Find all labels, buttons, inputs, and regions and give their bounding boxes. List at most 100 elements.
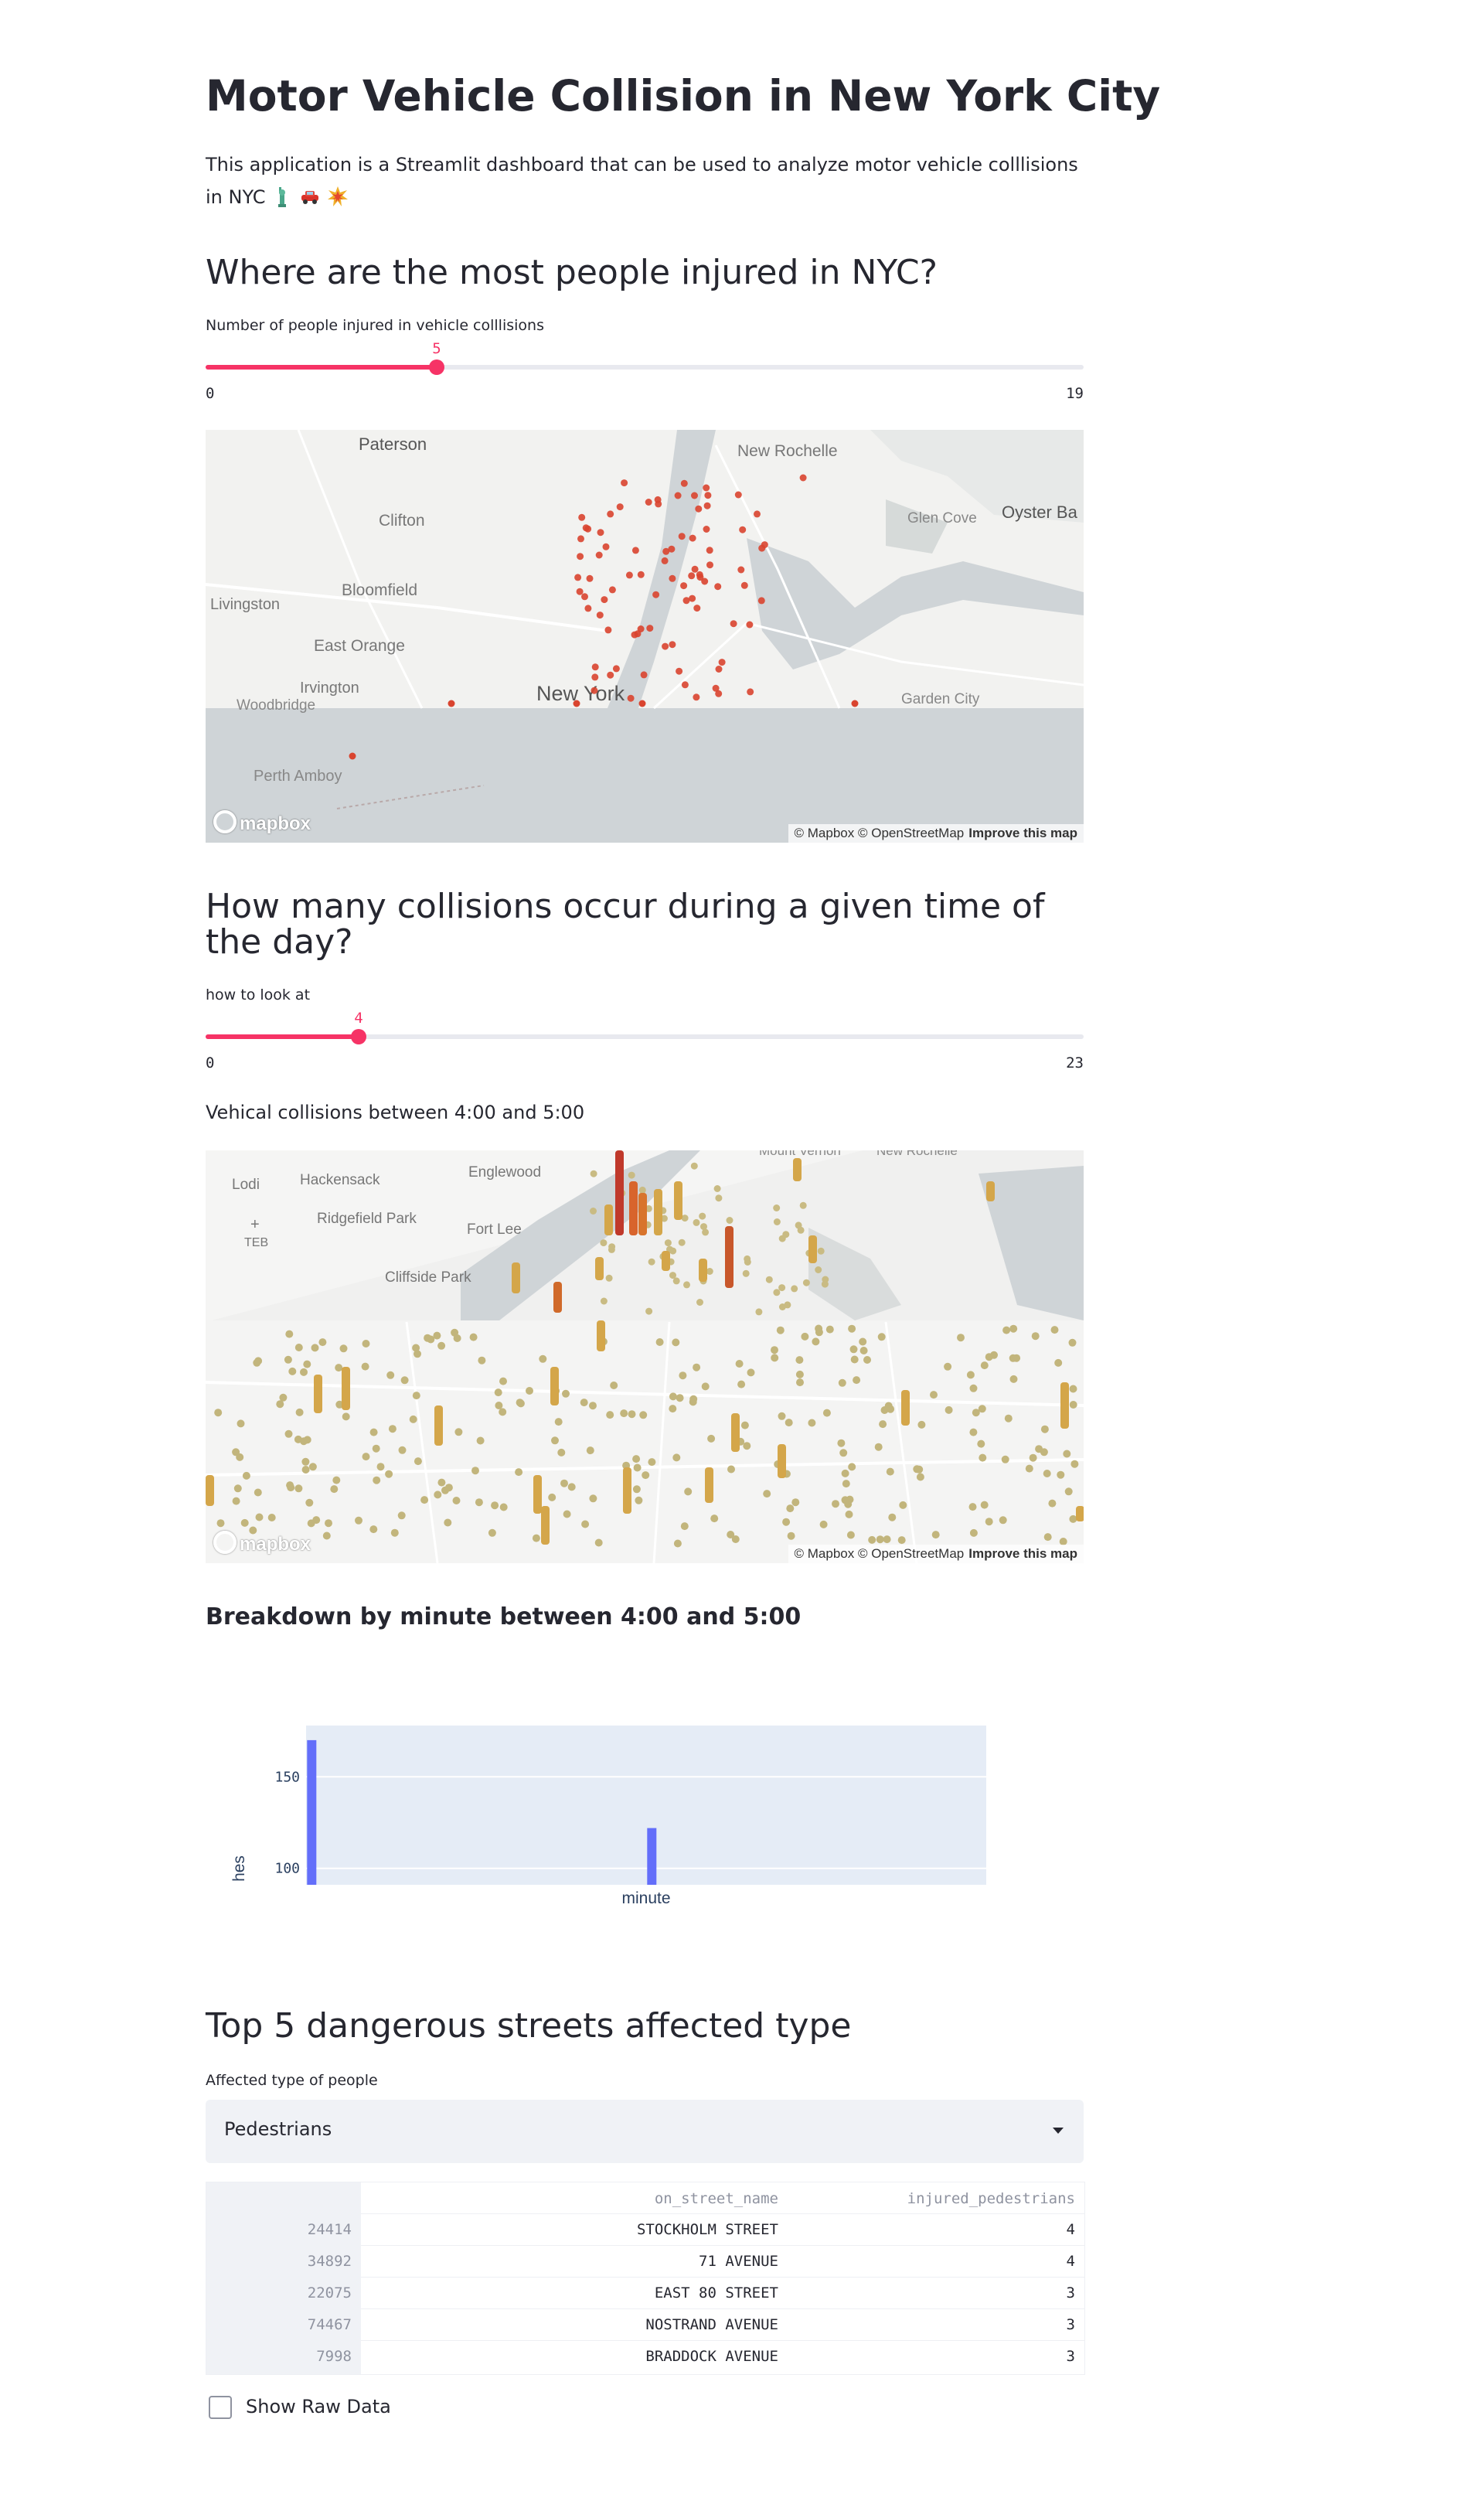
subtitle-emojis	[271, 186, 355, 208]
hexagon-point	[773, 1289, 781, 1296]
hexagon-point	[853, 1376, 861, 1385]
hexagon-point	[254, 1488, 262, 1497]
affected-type-select[interactable]: Pedestrians	[206, 2100, 1084, 2163]
chevron-down-icon[interactable]	[1053, 2128, 1064, 2134]
hexagon-point	[412, 1392, 420, 1400]
slider-value: 4	[354, 1010, 363, 1027]
hexagon-point	[452, 1497, 461, 1504]
bar[interactable]	[307, 1739, 317, 1885]
hexagon-map[interactable]: Lodi Hackensack Englewood Mount Vernon N…	[206, 1150, 1084, 1563]
hexagon-point	[672, 1338, 680, 1347]
hexagon-point	[985, 1518, 993, 1526]
hexagon-column	[778, 1444, 786, 1478]
hexagon-point	[594, 1538, 603, 1547]
hexagon-point	[693, 1363, 701, 1371]
hexagon-point	[288, 1367, 297, 1375]
hexagon-point	[945, 1405, 953, 1414]
hexagon-point	[214, 1409, 223, 1417]
hexagon-point	[696, 1299, 703, 1306]
hexagon-point	[414, 1457, 422, 1466]
injury-point	[645, 499, 652, 506]
hexagon-point	[825, 1325, 834, 1334]
hexagon-point	[815, 1324, 823, 1333]
injury-point	[706, 561, 713, 569]
hexagon-point	[727, 1465, 735, 1474]
injury-point	[616, 503, 624, 511]
hexagon-point	[648, 1458, 656, 1467]
hexagon-point	[763, 1490, 771, 1498]
hexagon-point	[515, 1468, 523, 1477]
hexagon-column	[342, 1367, 350, 1410]
bar[interactable]	[647, 1828, 657, 1885]
map-label: Paterson	[359, 434, 427, 454]
hexagon-point	[740, 1421, 749, 1429]
slider-fill	[206, 1034, 359, 1039]
injury-point	[652, 591, 660, 598]
hexagon-column	[314, 1375, 322, 1413]
map-attribution-text[interactable]: © Mapbox © OpenStreetMap	[795, 826, 965, 840]
map-attribution-text[interactable]: © Mapbox © OpenStreetMap	[795, 1546, 965, 1561]
slider-fill	[206, 365, 437, 370]
hexagon-point	[1040, 1448, 1048, 1457]
mapbox-logo[interactable]: mapbox	[213, 1531, 311, 1555]
map-label: Perth Amboy	[254, 768, 342, 785]
injury-point	[669, 641, 676, 649]
hexagon-point	[683, 1281, 690, 1289]
map-label: Hackensack	[300, 1172, 380, 1188]
hexagon-point	[294, 1435, 302, 1443]
injured-slider[interactable]: 5 0 19	[206, 340, 1084, 402]
table-row-divider	[361, 2277, 1084, 2278]
injury-point	[746, 621, 754, 629]
slider-max: 19	[1066, 385, 1084, 402]
table-header-street[interactable]: on_street_name	[655, 2190, 778, 2207]
slider-max: 23	[1066, 1054, 1084, 1072]
hexagon-point	[590, 1208, 597, 1215]
map-label: East Orange	[314, 637, 405, 655]
table-index-column	[206, 2182, 361, 2374]
hexagon-point	[294, 1484, 303, 1493]
slider-thumb[interactable]	[429, 359, 444, 375]
hexagon-point	[557, 1448, 566, 1457]
injury-point	[607, 510, 614, 518]
hexagon-point	[237, 1419, 245, 1428]
show-raw-data-label[interactable]: Show Raw Data	[246, 2396, 391, 2417]
injury-point	[714, 583, 722, 591]
table-header-count[interactable]: injured_pedestrians	[907, 2190, 1075, 2207]
improve-map-link[interactable]: Improve this map	[968, 1546, 1077, 1561]
y-tick-label: 100	[274, 1861, 300, 1877]
hexagon-point	[799, 1201, 807, 1209]
injury-map[interactable]: Paterson New Rochelle Clifton Glen Cove …	[206, 430, 1084, 843]
hexagon-column	[595, 1257, 604, 1280]
hexagon-point	[773, 1218, 781, 1225]
hexagon-point	[755, 1308, 763, 1316]
minute-bar-chart[interactable]: 150 100 minute hes	[206, 1679, 1084, 1927]
hexagon-point	[821, 1280, 829, 1288]
section-heading-time: How many collisions occur during a given…	[206, 887, 1045, 962]
hexagon-point	[303, 1360, 311, 1368]
injury-point	[581, 593, 588, 601]
mapbox-logo[interactable]: mapbox	[213, 810, 311, 835]
hexagon-point	[355, 1516, 362, 1525]
injury-point	[680, 582, 688, 590]
hexagon-column	[725, 1226, 733, 1288]
injury-point	[718, 659, 726, 666]
injury-point	[612, 665, 620, 673]
hexagon-point	[1001, 1455, 1009, 1463]
injury-point	[591, 687, 598, 694]
hexagon-point	[216, 1519, 225, 1528]
hexagon-point	[680, 1522, 689, 1531]
hexagon-column	[731, 1413, 740, 1452]
map-label: Ridgefield Park	[317, 1211, 417, 1227]
hour-slider[interactable]: 4 0 23	[206, 1010, 1084, 1072]
page-title: Motor Vehicle Collision in New York City	[206, 71, 1161, 121]
hexagon-point	[715, 1194, 723, 1202]
injury-point	[696, 571, 703, 578]
improve-map-link[interactable]: Improve this map	[968, 826, 1077, 840]
hexagon-point	[308, 1463, 317, 1471]
hexagon-point	[305, 1498, 314, 1507]
injury-point	[634, 630, 642, 638]
hexagon-point	[516, 1399, 524, 1407]
show-raw-data-checkbox[interactable]	[209, 2396, 232, 2419]
hexagon-point	[1025, 1464, 1033, 1473]
slider-thumb[interactable]	[351, 1029, 366, 1044]
